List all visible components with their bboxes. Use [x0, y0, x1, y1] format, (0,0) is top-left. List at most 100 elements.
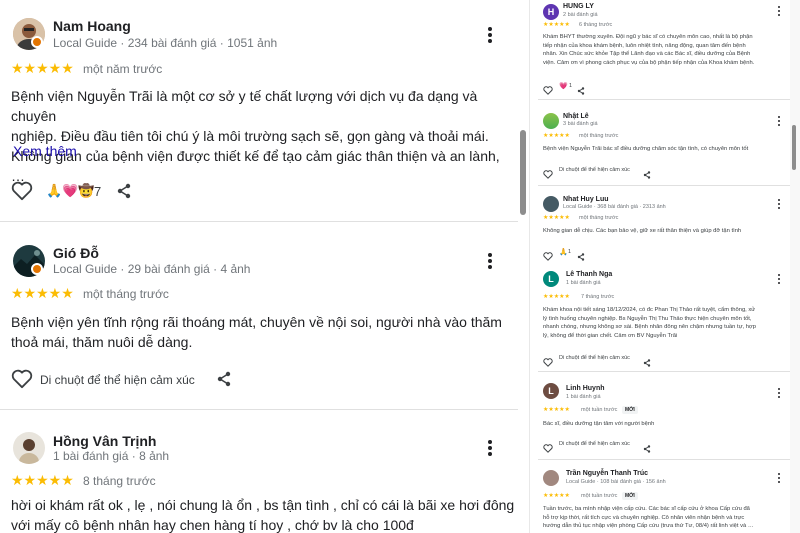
reviewer-meta: Local Guide · 108 bài đánh giá · 156 ảnh — [566, 479, 666, 485]
text-line: Không gian của bệnh viện được thiết kế đ… — [11, 148, 500, 184]
reviewer-name[interactable]: Gió Đỗ — [53, 245, 99, 261]
review-time: một tuần trước — [581, 407, 618, 413]
star-rating: ★★★★★ — [11, 60, 74, 76]
more-options-icon[interactable] — [776, 116, 782, 126]
text-line: hướng dẫn thủ tục nhập viện phòng Cấp cứ… — [543, 523, 754, 530]
review-card: H HUNG LY 2 bài đánh giá ★★★★★ 6 tháng t… — [530, 0, 792, 100]
share-icon[interactable] — [643, 166, 651, 184]
heart-icon[interactable] — [543, 166, 553, 184]
review-text: Bệnh viện yên tĩnh rộng rãi thoáng mát, … — [11, 312, 511, 352]
review-text: Bệnh viện Nguyễn Trãi là một cơ sở y tế … — [11, 86, 511, 186]
review-card: Trần Nguyễn Thanh Trúc Local Guide · 108… — [530, 460, 792, 533]
right-review-panel: H HUNG LY 2 bài đánh giá ★★★★★ 6 tháng t… — [530, 0, 800, 533]
avatar[interactable]: L — [543, 271, 559, 287]
heart-icon[interactable] — [11, 369, 33, 394]
more-options-icon[interactable] — [483, 438, 497, 458]
more-options-icon[interactable] — [483, 251, 497, 271]
share-icon[interactable] — [216, 371, 232, 392]
new-badge: MỚI — [622, 492, 638, 500]
right-scrollbar-track[interactable] — [790, 0, 800, 533]
more-options-icon[interactable] — [776, 473, 782, 483]
heart-icon[interactable] — [543, 354, 553, 372]
more-options-icon[interactable] — [776, 6, 782, 16]
star-rating: ★★★★★ — [11, 472, 74, 488]
heart-icon[interactable] — [543, 82, 553, 100]
reviewer-meta: 1 bài đánh giá — [566, 394, 601, 400]
share-icon[interactable] — [643, 354, 651, 372]
review-text: Bác sĩ, điều dưỡng tận tâm với người bện… — [543, 420, 788, 429]
text-line: viện. Cảm ơn vì phong cách phục vụ của b… — [543, 59, 755, 66]
reviewer-name[interactable]: Lê Thanh Nga — [566, 271, 612, 278]
reaction-count: 1 — [568, 249, 572, 255]
review-card: Hồng Vân Trịnh 1 bài đánh giá · 8 ảnh ★★… — [0, 410, 518, 533]
text-line: Bác sĩ, điều dưỡng tận tâm với người bện… — [543, 421, 655, 427]
share-icon[interactable] — [577, 82, 585, 100]
review-text: Không gian dễ chịu. Các bạn bảo vệ, giữ … — [543, 227, 788, 236]
reviewer-meta: 2 bài đánh giá — [563, 12, 598, 18]
text-line: Khám BHYT thường xuyên. Đội ngũ y bác sĩ… — [543, 34, 753, 40]
review-card: L Linh Huynh 1 bài đánh giá ★★★★★ một tu… — [530, 372, 792, 460]
text-line: Tuần trước, ba mình nhập viện cấp cứu. C… — [543, 506, 750, 512]
text-line: Không gian dễ chịu. Các bạn bảo vệ, giữ … — [543, 228, 742, 234]
review-text: hời oi khám rất ok , lẹ , nói chung là ổ… — [11, 495, 516, 533]
review-time: 8 tháng trước — [83, 474, 156, 488]
reaction-emojis[interactable]: 💗 — [559, 82, 568, 90]
heart-icon[interactable] — [543, 440, 553, 458]
reaction-emojis[interactable]: 🙏 — [559, 248, 568, 256]
avatar[interactable] — [543, 113, 559, 129]
review-card: Nam Hoang Local Guide · 234 bài đánh giá… — [0, 0, 518, 222]
reviewer-name[interactable]: Nam Hoang — [53, 18, 131, 34]
star-rating: ★★★★★ — [543, 133, 570, 139]
review-card: Nhat Huy Luu Local Guide · 368 bài đánh … — [530, 186, 792, 262]
left-scrollbar-thumb[interactable] — [520, 130, 526, 215]
avatar[interactable] — [543, 470, 559, 486]
star-rating: ★★★★★ — [11, 285, 74, 301]
review-text: Khám BHYT thường xuyên. Đội ngũ y bác sĩ… — [543, 33, 788, 67]
star-rating: ★★★★★ — [543, 407, 570, 413]
reaction-hint: Di chuột để thể hiện cảm xúc — [559, 167, 630, 173]
reviewer-meta: Local Guide · 234 bài đánh giá · 1051 ản… — [53, 36, 278, 50]
reviewer-meta: 3 bài đánh giá — [563, 121, 598, 127]
more-options-icon[interactable] — [776, 199, 782, 209]
text-line: Bệnh viện Nguyễn Trãi bác sĩ điều dưỡng … — [543, 146, 749, 152]
review-card: Nhật Lê 3 bài đánh giá ★★★★★ một tháng t… — [530, 100, 792, 186]
avatar[interactable] — [13, 432, 45, 464]
new-badge: MỚI — [622, 406, 638, 414]
reaction-hint: Di chuột để thể hiện cảm xúc — [40, 373, 195, 387]
more-options-icon[interactable] — [776, 274, 782, 284]
avatar[interactable] — [543, 196, 559, 212]
text-line: hỗ trợ kịp thời, rất tích cực và chuyên … — [543, 514, 745, 521]
text-line: với mấy cô bệnh nhân hay chen hàng tí ho… — [11, 517, 414, 533]
review-time: một tháng trước — [579, 215, 619, 221]
reaction-hint: Di chuột để thể hiện cảm xúc — [559, 441, 630, 447]
text-line: Bệnh viện yên tĩnh rộng rãi thoáng mát, … — [11, 314, 502, 330]
reviewer-meta: Local Guide · 29 bài đánh giá · 4 ảnh — [53, 262, 251, 276]
more-options-icon[interactable] — [776, 388, 782, 398]
reviewer-name[interactable]: Trần Nguyễn Thanh Trúc — [566, 470, 648, 477]
reviewer-name[interactable]: HUNG LY — [563, 3, 594, 10]
text-line: nghiệp. Điều đầu tiên tôi chú ý là môi t… — [11, 128, 489, 144]
reviewer-name[interactable]: Nhat Huy Luu — [563, 196, 609, 203]
reviewer-name[interactable]: Nhật Lê — [563, 113, 589, 120]
review-text: Khám khoa nội tiết sáng 18/12/2024, có đ… — [543, 306, 793, 340]
more-options-icon[interactable] — [483, 25, 497, 45]
star-rating: ★★★★★ — [543, 22, 570, 28]
reaction-emojis[interactable]: 🙏💗🤠 — [46, 183, 95, 199]
review-time: một năm trước — [83, 62, 163, 76]
reviewer-meta: Local Guide · 368 bài đánh giá · 2313 ản… — [563, 204, 666, 210]
heart-icon[interactable] — [11, 181, 33, 206]
reviewer-name[interactable]: Linh Huynh — [566, 385, 605, 392]
review-time: 6 tháng trước — [579, 22, 613, 28]
share-icon[interactable] — [116, 183, 132, 204]
text-line: Khám khoa nội tiết sáng 18/12/2024, có đ… — [543, 307, 756, 313]
avatar[interactable]: L — [543, 383, 559, 399]
review-card: Gió Đỗ Local Guide · 29 bài đánh giá · 4… — [0, 222, 518, 410]
text-line: tiếp nhận của khoa khám bệnh, luôn nhiệt… — [543, 42, 746, 49]
reviewer-meta: 1 bài đánh giá · 8 ảnh — [53, 449, 170, 463]
reviewer-name[interactable]: Hồng Vân Trịnh — [53, 433, 156, 449]
share-icon[interactable] — [643, 440, 651, 458]
reaction-count: 7 — [94, 184, 102, 199]
avatar[interactable]: H — [543, 4, 559, 20]
right-scrollbar-thumb[interactable] — [792, 125, 796, 170]
see-more-link[interactable]: Xem thêm — [13, 143, 77, 159]
